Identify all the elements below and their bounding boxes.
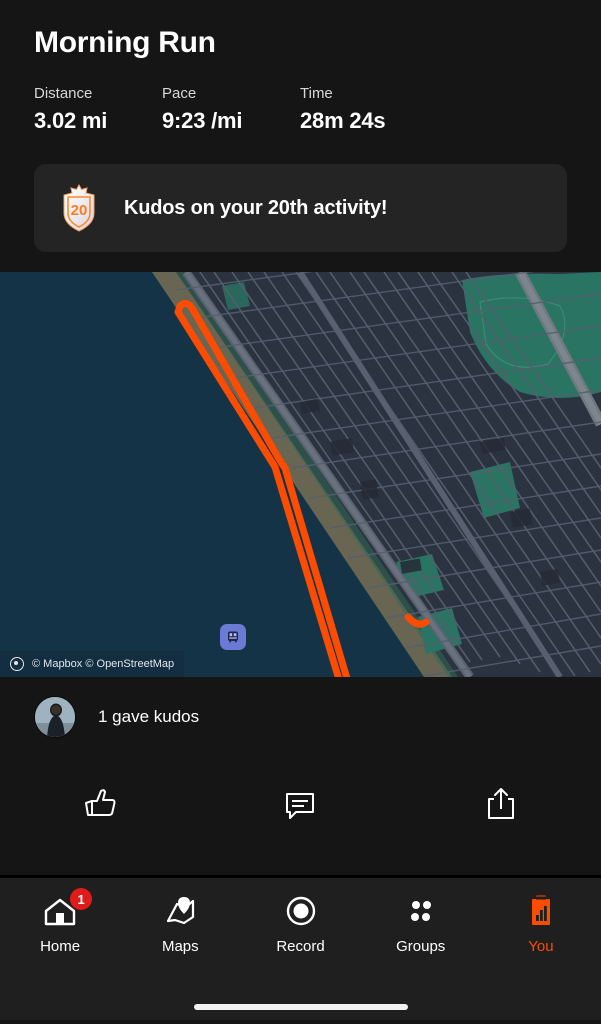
thumbs-up-icon [85, 789, 116, 816]
content-bottom-spacer [0, 849, 601, 875]
tab-home[interactable]: 1 Home [0, 888, 120, 955]
stat-value-time: 28m 24s [300, 108, 386, 133]
share-icon [487, 788, 514, 819]
home-indicator[interactable] [193, 1004, 408, 1010]
home-icon: 1 [40, 888, 93, 932]
stat-time: Time 28m 24s [300, 85, 386, 134]
kudos-count-label: 1 gave kudos [98, 707, 200, 726]
tab-label-groups: Groups [396, 938, 446, 955]
stat-label-time: Time [300, 85, 333, 102]
bottom-tab-bar: 1 Home Maps Record Groups You [0, 878, 601, 986]
record-icon [281, 890, 321, 932]
svg-text:20: 20 [71, 202, 88, 219]
activity-map[interactable]: S Tremont St EscondidoJunction Morse St … [0, 272, 601, 677]
tab-label-record: Record [276, 938, 325, 955]
share-button[interactable] [401, 782, 601, 824]
groups-icon [401, 890, 441, 932]
tab-label-you: You [528, 938, 554, 955]
tab-label-home: Home [40, 938, 81, 955]
comment-bubble-icon [286, 793, 315, 819]
comment-button[interactable] [200, 782, 400, 824]
activity-header: Morning Run Distance 3.02 mi Pace 9:23 /… [0, 0, 601, 134]
tab-record[interactable]: Record [240, 890, 360, 955]
map-attribution-text: © Mapbox © OpenStreetMap [32, 658, 175, 670]
kudos-card-wrapper: 20 Kudos on your 20th activity! [0, 134, 601, 272]
stat-label-distance: Distance [34, 85, 93, 102]
avatar[interactable] [34, 696, 76, 738]
kudos-summary-row[interactable]: 1 gave kudos [0, 677, 601, 757]
stat-distance: Distance 3.02 mi [34, 85, 162, 134]
stat-pace: Pace 9:23 /mi [162, 85, 300, 134]
action-bar [0, 757, 601, 849]
info-circle-icon [10, 657, 24, 671]
you-clipboard-icon [521, 890, 561, 932]
tab-label-maps: Maps [161, 938, 199, 955]
kudos-button[interactable] [0, 782, 200, 824]
stat-label-pace: Pace [162, 85, 197, 102]
stats-row: Distance 3.02 mi Pace 9:23 /mi Time 28m … [34, 85, 567, 134]
maps-icon [160, 890, 200, 932]
tab-maps[interactable]: Maps [120, 890, 240, 955]
stat-value-distance: 3.02 mi [34, 108, 108, 133]
tab-groups[interactable]: Groups [361, 890, 481, 955]
stat-value-pace: 9:23 /mi [162, 108, 243, 133]
home-badge: 1 [70, 888, 93, 910]
shield-badge-icon: 20 [56, 183, 102, 233]
tab-you[interactable]: You [481, 890, 601, 955]
transit-station-icon[interactable] [220, 624, 246, 650]
achievement-text: Kudos on your 20th activity! [124, 196, 388, 219]
map-attribution[interactable]: © Mapbox © OpenStreetMap [0, 651, 185, 677]
map-canvas [0, 272, 601, 677]
achievement-card[interactable]: 20 Kudos on your 20th activity! [34, 164, 567, 252]
page-title: Morning Run [34, 26, 216, 59]
home-indicator-area [0, 986, 601, 1020]
